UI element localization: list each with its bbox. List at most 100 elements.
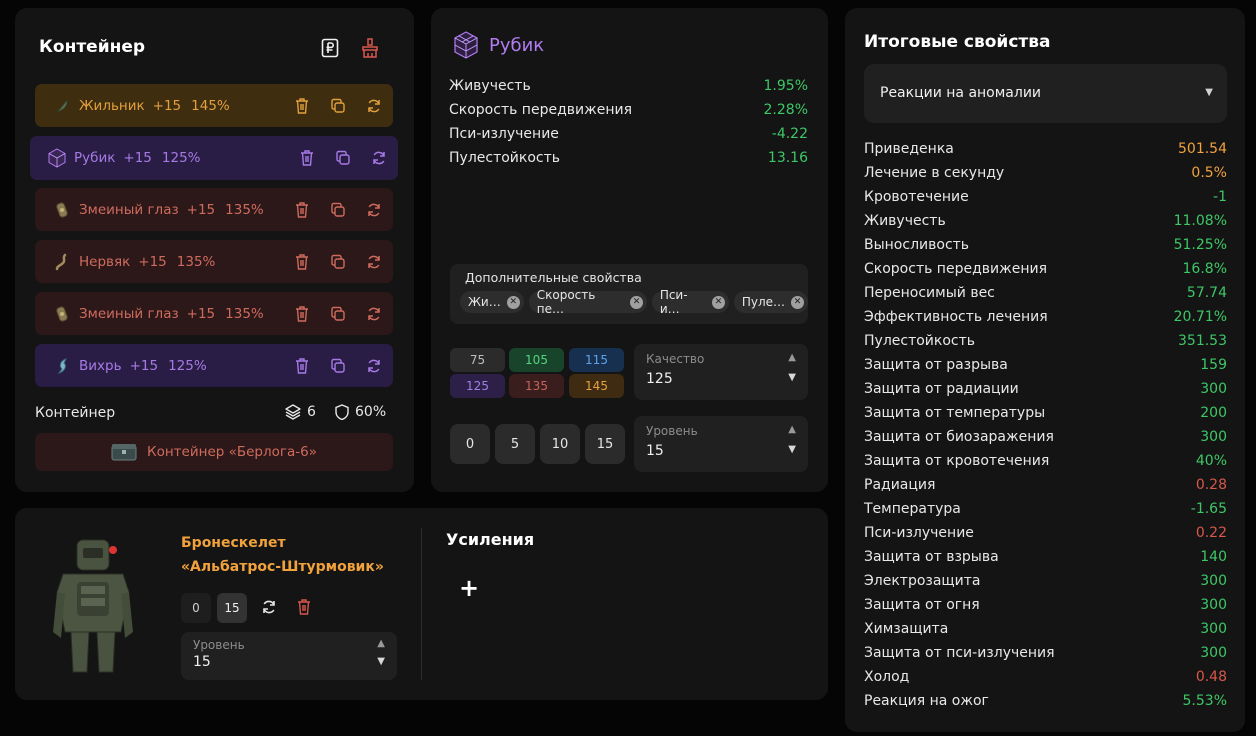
trash-icon[interactable]	[293, 253, 311, 271]
armor-level-0-button[interactable]: 0	[181, 593, 211, 623]
close-icon[interactable]: ✕	[791, 295, 804, 309]
chevron-up-icon[interactable]: ▲	[788, 424, 796, 435]
chevron-down-icon[interactable]: ▼	[1205, 87, 1213, 98]
summary-title: Итоговые свойства	[864, 32, 1051, 52]
container-select-label: Контейнер «Берлога-6»	[147, 444, 317, 460]
artifact-bonus: +15	[152, 97, 182, 114]
chevron-down-icon[interactable]: ▼	[788, 444, 796, 455]
stat-value: 51.25%	[1173, 237, 1227, 253]
broom-icon[interactable]	[359, 37, 381, 59]
stat-row: Защита от взрыва 140	[864, 549, 1227, 565]
stat-label: Приведенка	[864, 141, 954, 157]
stat-label: Защита от пси-излучения	[864, 645, 1055, 661]
level-preset-button[interactable]: 0	[450, 424, 490, 464]
swap-icon[interactable]	[365, 305, 383, 323]
artifact-panel: Рубик Живучесть 1.95% Скорость передвижени…	[431, 8, 828, 492]
close-icon[interactable]: ✕	[712, 295, 725, 309]
slots-counter: 6	[285, 404, 316, 420]
add-boost-button[interactable]: +	[459, 574, 479, 602]
quality-preset-button[interactable]: 125	[450, 374, 505, 398]
stat-label: Электрозащита	[864, 573, 981, 589]
swap-icon[interactable]	[365, 253, 383, 271]
trash-icon[interactable]	[293, 201, 311, 219]
chip-label: Жи…	[468, 295, 501, 309]
quality-select[interactable]: Качество 125 ▲ ▼	[634, 344, 808, 400]
armor-level-15-button[interactable]: 15	[217, 593, 247, 623]
stat-row: Температура -1.65	[864, 501, 1227, 517]
stat-value: 40%	[1195, 453, 1227, 469]
swap-icon[interactable]	[370, 149, 388, 167]
artifact-row[interactable]: Рубик +15 125%	[30, 136, 398, 180]
copy-icon[interactable]	[334, 149, 352, 167]
stat-label: Эффективность лечения	[864, 309, 1048, 325]
swap-icon[interactable]	[365, 97, 383, 115]
armor-name-line2: «Альбатрос-Штурмовик»	[181, 559, 384, 575]
chip-label: Пси-и…	[659, 288, 688, 316]
stat-row: Пси-излучение -4.22	[449, 126, 808, 142]
chevron-up-icon[interactable]: ▲	[377, 638, 385, 649]
container-box-icon	[111, 444, 137, 461]
artifact-bonus: +15	[138, 253, 167, 270]
copy-icon[interactable]	[329, 201, 347, 219]
copy-icon[interactable]	[329, 357, 347, 375]
category-dropdown[interactable]: Реакции на аномалии ▼	[864, 64, 1227, 123]
swap-icon[interactable]	[365, 201, 383, 219]
copy-icon[interactable]	[329, 253, 347, 271]
artifact-quality: 135%	[225, 201, 264, 218]
property-chip[interactable]: Пуле… ✕	[733, 291, 808, 313]
quality-preset-button[interactable]: 145	[569, 374, 624, 398]
chevron-up-icon[interactable]: ▲	[788, 352, 796, 363]
stat-label: Реакция на ожог	[864, 693, 989, 709]
stat-row: Защита от биозаражения 300	[864, 429, 1227, 445]
quality-preset-button[interactable]: 115	[569, 348, 624, 372]
level-preset-button[interactable]: 10	[540, 424, 580, 464]
trash-icon[interactable]	[298, 149, 316, 167]
stat-value: 57.74	[1186, 285, 1227, 301]
stat-value: 300	[1200, 597, 1227, 613]
artifact-row[interactable]: Жильник +15 145%	[35, 84, 393, 127]
trash-icon[interactable]	[293, 357, 311, 375]
ruble-icon[interactable]	[319, 37, 341, 59]
artifact-name: Змеиный глаз	[79, 305, 179, 322]
stat-value: -1	[1213, 189, 1227, 205]
armor-level-value: 15	[193, 654, 211, 670]
stat-row: Приведенка 501.54	[864, 141, 1227, 157]
artifact-row[interactable]: Нервяк +15 135%	[35, 240, 393, 283]
artifact-bonus: +15	[129, 357, 159, 374]
artifact-row[interactable]: Змеиный глаз +15 135%	[35, 188, 393, 231]
chevron-down-icon[interactable]: ▼	[377, 656, 385, 667]
quality-preset-button[interactable]: 135	[509, 374, 564, 398]
zhilnik-icon	[51, 95, 73, 117]
artifact-row[interactable]: Змеиный глаз +15 135%	[35, 292, 393, 335]
level-select[interactable]: Уровень 15 ▲ ▼	[634, 416, 808, 472]
snake-eye-icon	[51, 303, 73, 325]
chevron-down-icon[interactable]: ▼	[788, 372, 796, 383]
swap-icon[interactable]	[365, 357, 383, 375]
property-chip[interactable]: Жи… ✕	[460, 291, 524, 313]
stat-row: Пулестойкость 351.53	[864, 333, 1227, 349]
trash-icon[interactable]	[293, 97, 311, 115]
level-preset-button[interactable]: 5	[495, 424, 535, 464]
trash-icon[interactable]	[297, 599, 315, 617]
quality-preset-button[interactable]: 105	[509, 348, 564, 372]
layers-icon	[285, 404, 301, 420]
trash-icon[interactable]	[293, 305, 311, 323]
artifact-row[interactable]: Вихрь +15 125%	[35, 344, 393, 387]
container-select-button[interactable]: Контейнер «Берлога-6»	[35, 433, 393, 471]
extra-properties: Дополнительные свойства Жи… ✕ Скорость пе……	[450, 264, 808, 324]
level-preset-button[interactable]: 15	[585, 424, 625, 464]
copy-icon[interactable]	[329, 305, 347, 323]
property-chip[interactable]: Скорость пе… ✕	[528, 288, 647, 316]
stat-label: Защита от биозаражения	[864, 429, 1054, 445]
close-icon[interactable]: ✕	[630, 295, 643, 309]
stat-label: Защита от разрыва	[864, 357, 1008, 373]
reset-icon[interactable]	[261, 599, 279, 617]
copy-icon[interactable]	[329, 97, 347, 115]
property-chip[interactable]: Пси-и… ✕	[651, 288, 729, 316]
stat-label: Выносливость	[864, 237, 970, 253]
quality-preset-button[interactable]: 75	[450, 348, 505, 372]
close-icon[interactable]: ✕	[506, 295, 520, 309]
artifact-name: Жильник	[79, 97, 145, 114]
armor-level-select[interactable]: Уровень 15 ▲ ▼	[181, 632, 397, 680]
stat-label: Кровотечение	[864, 189, 969, 205]
